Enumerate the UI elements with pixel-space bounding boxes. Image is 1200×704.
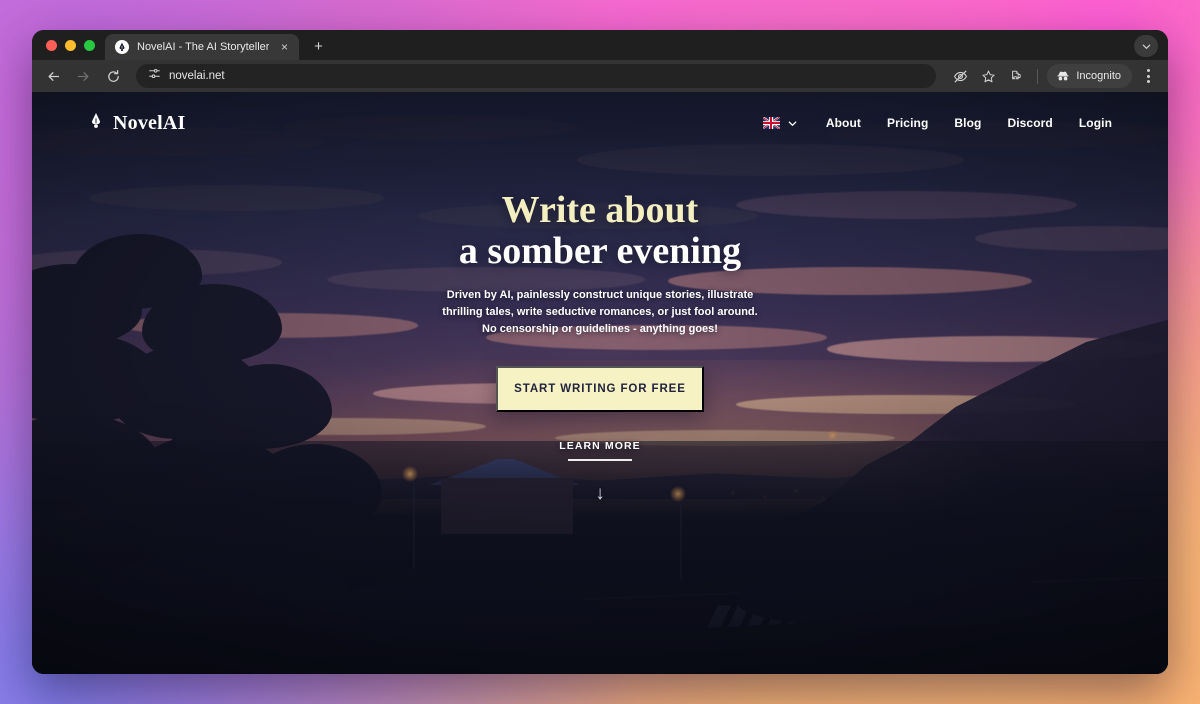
learn-more-label: LEARN MORE xyxy=(559,440,641,453)
reload-icon xyxy=(107,69,119,82)
nav-link-about[interactable]: About xyxy=(826,116,861,130)
nav-link-discord[interactable]: Discord xyxy=(1007,116,1052,130)
eye-off-icon xyxy=(953,70,967,82)
new-tab-button[interactable]: + xyxy=(309,39,327,54)
site-settings-icon[interactable] xyxy=(148,67,161,85)
bookmark-button[interactable] xyxy=(976,64,1000,88)
site-header: NovelAI About Pricing Blog Discord Login xyxy=(32,92,1168,154)
site-nav: About Pricing Blog Discord Login xyxy=(762,116,1112,130)
toolbar-divider xyxy=(1037,68,1039,84)
arrow-right-icon xyxy=(77,71,88,81)
nav-link-pricing[interactable]: Pricing xyxy=(887,116,928,130)
chevron-down-icon xyxy=(788,120,797,126)
scroll-down-indicator[interactable]: ↓ xyxy=(595,484,605,503)
tab-search-button[interactable] xyxy=(1134,35,1158,57)
address-bar[interactable]: novelai.net xyxy=(136,64,937,88)
tab-title: NovelAI - The AI Storyteller xyxy=(137,41,270,53)
tracking-protection-button[interactable] xyxy=(948,64,972,88)
incognito-label: Incognito xyxy=(1076,70,1121,82)
browser-toolbar: novelai.net Incognito xyxy=(32,60,1168,92)
url-text[interactable]: novelai.net xyxy=(169,70,225,82)
page-viewport: NovelAI About Pricing Blog Discord Login… xyxy=(32,92,1168,674)
browser-menu-button[interactable] xyxy=(1138,64,1158,88)
site-content: NovelAI About Pricing Blog Discord Login… xyxy=(32,92,1168,674)
tab-close-button[interactable]: × xyxy=(277,41,291,53)
brand-logo[interactable]: NovelAI xyxy=(88,112,186,135)
close-window-button[interactable] xyxy=(46,39,57,51)
spy-icon xyxy=(1057,71,1069,81)
maximize-window-button[interactable] xyxy=(84,39,95,51)
brand-name: NovelAI xyxy=(113,111,186,134)
kebab-dot xyxy=(1146,69,1150,72)
page-title: Write about a somber evening xyxy=(459,190,741,271)
toolbar-actions: Incognito xyxy=(948,64,1158,88)
minimize-window-button[interactable] xyxy=(65,39,76,51)
hero-subtitle: Driven by AI, painlessly construct uniqu… xyxy=(442,289,758,336)
incognito-indicator[interactable]: Incognito xyxy=(1047,64,1132,88)
learn-more-link[interactable]: LEARN MORE xyxy=(559,440,641,462)
window-controls xyxy=(44,30,105,60)
headline-line-1: Write about xyxy=(501,189,699,231)
hero-section: Write about a somber evening Driven by A… xyxy=(32,190,1168,462)
kebab-dot xyxy=(1146,74,1150,78)
start-writing-button[interactable]: START WRITING FOR FREE xyxy=(496,366,704,413)
puzzle-icon xyxy=(1011,70,1021,79)
extensions-button[interactable] xyxy=(1004,64,1028,88)
back-button[interactable] xyxy=(40,63,66,89)
chevron-down-icon xyxy=(1142,44,1150,49)
forward-button[interactable] xyxy=(70,63,96,89)
nav-link-login[interactable]: Login xyxy=(1079,116,1112,130)
browser-tab[interactable]: NovelAI - The AI Storyteller × xyxy=(105,34,300,60)
reload-button[interactable] xyxy=(100,63,126,89)
arrow-left-icon xyxy=(48,71,59,81)
nav-link-blog[interactable]: Blog xyxy=(954,116,981,130)
uk-flag-icon xyxy=(762,117,780,129)
quill-nib-icon xyxy=(88,112,104,135)
kebab-dot xyxy=(1146,80,1150,83)
headline-line-2: a somber evening xyxy=(458,229,742,272)
tab-strip: NovelAI - The AI Storyteller × + xyxy=(32,30,1168,60)
favicon-novelai-icon xyxy=(115,40,129,54)
star-icon xyxy=(982,70,995,82)
browser-window: NovelAI - The AI Storyteller × + novelai… xyxy=(32,30,1168,674)
learn-more-underline xyxy=(568,459,632,462)
language-selector[interactable] xyxy=(762,117,798,129)
